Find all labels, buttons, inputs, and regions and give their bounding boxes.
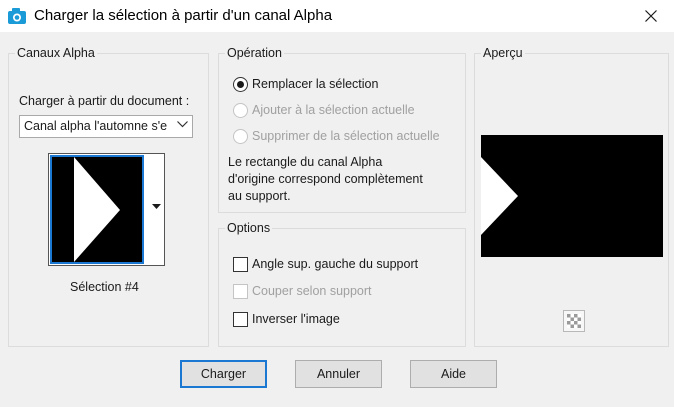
cancel-button[interactable]: Annuler xyxy=(295,360,382,388)
checkbox[interactable] xyxy=(233,256,248,272)
description-line: au support. xyxy=(228,189,291,203)
preview-group: Aperçu xyxy=(474,46,669,347)
chevron-down-icon xyxy=(177,121,188,128)
options-group: Options Angle sup. gauche du support Cou… xyxy=(218,221,466,347)
radio-add-selection[interactable]: Ajouter à la sélection actuelle xyxy=(233,101,415,119)
operation-description: Le rectangle du canal Alpha d'origine co… xyxy=(228,154,458,205)
close-button[interactable] xyxy=(628,0,674,32)
alpha-channels-group: Canaux Alpha Charger à partir du documen… xyxy=(8,46,209,347)
checkbox-top-left-corner[interactable]: Angle sup. gauche du support xyxy=(233,255,418,273)
load-from-document-label: Charger à partir du document : xyxy=(19,94,190,108)
preview-zoom-button[interactable] xyxy=(563,310,585,332)
alpha-channels-legend: Canaux Alpha xyxy=(15,46,97,60)
preview-legend: Aperçu xyxy=(481,46,525,60)
title-bar: Charger la sélection à partir d'un canal… xyxy=(0,0,674,32)
radio-label: Supprimer de la sélection actuelle xyxy=(252,129,440,143)
options-legend: Options xyxy=(225,221,273,235)
checkbox[interactable] xyxy=(233,283,248,299)
checkbox-clip-to-canvas[interactable]: Couper selon support xyxy=(233,282,372,300)
close-icon xyxy=(645,10,657,22)
checkbox-invert-image[interactable]: Inverser l'image xyxy=(233,310,340,328)
checkbox-label: Angle sup. gauche du support xyxy=(252,257,419,271)
checkerboard-icon xyxy=(567,314,581,328)
window-title: Charger la sélection à partir d'un canal… xyxy=(34,7,333,24)
checkbox-label: Couper selon support xyxy=(252,284,372,298)
channel-thumbnail-picker[interactable] xyxy=(48,153,165,266)
preview-image xyxy=(481,135,663,257)
load-button[interactable]: Charger xyxy=(180,360,267,388)
radio-label: Ajouter à la sélection actuelle xyxy=(252,103,415,117)
camera-app-icon xyxy=(8,8,26,24)
operation-group: Opération Remplacer la sélection Ajouter… xyxy=(218,46,466,213)
radio-label: Remplacer la sélection xyxy=(252,77,379,91)
checkbox-label: Inverser l'image xyxy=(252,312,340,326)
thumbnail-dropdown-icon[interactable] xyxy=(152,204,161,209)
selection-caption: Sélection #4 xyxy=(70,280,139,294)
preview-selection-shape xyxy=(481,157,518,235)
help-button[interactable]: Aide xyxy=(410,360,497,388)
channel-thumbnail xyxy=(50,155,144,264)
selection-shape xyxy=(74,157,120,262)
description-line: d'origine correspond complètement xyxy=(228,172,423,186)
radio-button[interactable] xyxy=(233,128,248,144)
checkbox[interactable] xyxy=(233,311,248,327)
radio-subtract-selection[interactable]: Supprimer de la sélection actuelle xyxy=(233,127,440,145)
radio-button[interactable] xyxy=(233,76,248,92)
description-line: Le rectangle du canal Alpha xyxy=(228,155,383,169)
operation-legend: Opération xyxy=(225,46,284,60)
document-select-value: Canal alpha l'automne s'e xyxy=(24,119,168,133)
document-select[interactable]: Canal alpha l'automne s'e xyxy=(19,115,193,138)
radio-replace-selection[interactable]: Remplacer la sélection xyxy=(233,75,378,93)
radio-button[interactable] xyxy=(233,102,248,118)
